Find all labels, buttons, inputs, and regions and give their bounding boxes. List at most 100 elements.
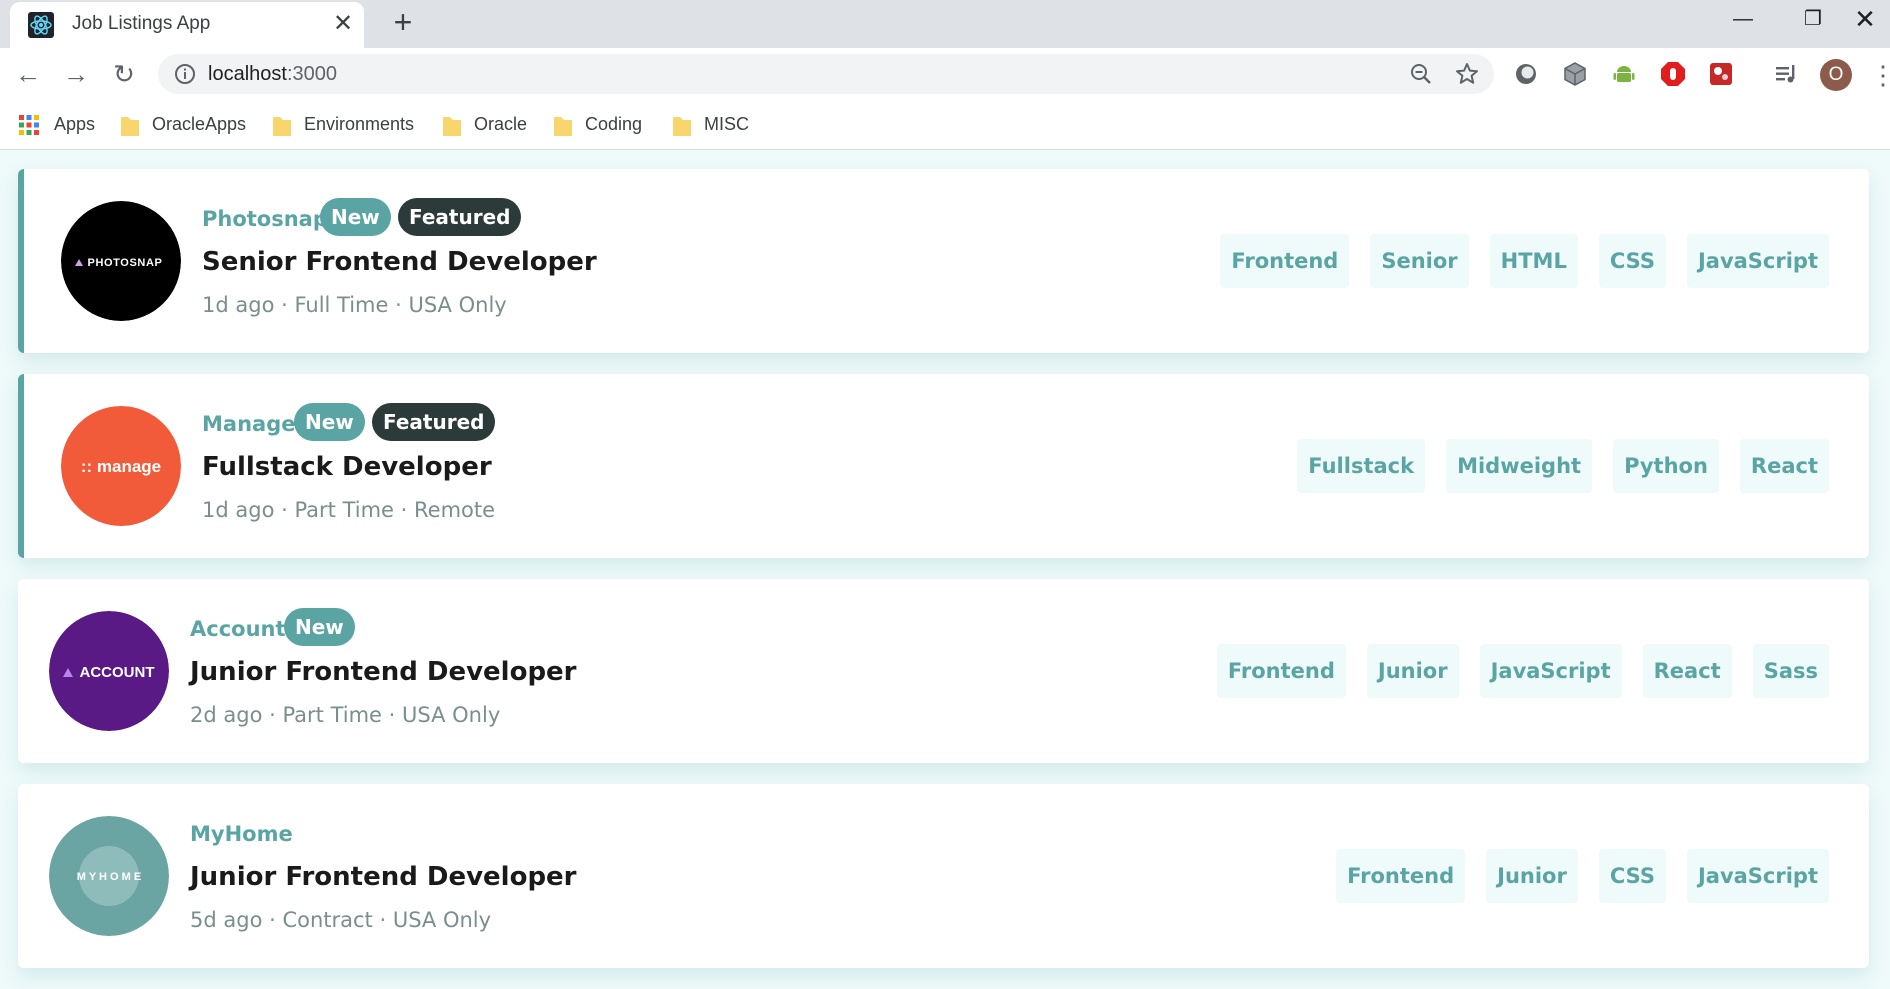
profile-avatar[interactable]: O — [1820, 59, 1852, 91]
forward-arrow-icon[interactable]: → — [58, 56, 94, 92]
bookmark-apps[interactable]: Apps — [18, 112, 95, 138]
contract-type: Contract — [282, 908, 373, 932]
extension-circle-icon[interactable] — [1512, 60, 1540, 88]
apps-grid-icon — [19, 115, 39, 136]
info-icon[interactable] — [174, 63, 196, 85]
restore-icon[interactable]: ❐ — [1784, 0, 1842, 40]
bookmark-folder-misc[interactable]: MISC — [672, 112, 749, 138]
tag-filter-button[interactable]: Junior — [1486, 849, 1578, 903]
tag-filter-button[interactable]: JavaScript — [1686, 234, 1829, 288]
location: USA Only — [392, 908, 492, 932]
reload-icon[interactable]: ↻ — [106, 56, 142, 92]
job-title[interactable]: Junior Frontend Developer — [190, 862, 577, 892]
tag-filter-button[interactable]: Frontend — [1336, 849, 1466, 903]
tag-filter-button[interactable]: CSS — [1598, 234, 1666, 288]
media-queue-icon[interactable] — [1772, 60, 1800, 88]
browser-toolbar: ← → ↻ localhost:3000 O ⋮ — [0, 48, 1890, 100]
tag-filter-button[interactable]: React — [1739, 439, 1829, 493]
tag-filter-button[interactable]: JavaScript — [1686, 849, 1829, 903]
bookmark-folder-coding[interactable]: Coding — [553, 112, 642, 138]
job-meta: 2d ago · Part Time · USA Only — [190, 703, 501, 727]
job-meta: 1d ago · Full Time · USA Only — [202, 293, 507, 317]
job-card: PHOTOSNAP Photosnap New Featured Senior … — [18, 169, 1869, 353]
tag-filter-button[interactable]: HTML — [1489, 234, 1578, 288]
tag-filter-button[interactable]: Junior — [1366, 644, 1459, 698]
featured-badge: Featured — [372, 403, 496, 441]
bookmark-label: OracleApps — [152, 114, 247, 134]
address-bar[interactable]: localhost:3000 — [158, 54, 1494, 94]
bookmark-folder-oracleapps[interactable]: OracleApps — [120, 112, 246, 138]
company-logo: PHOTOSNAP — [61, 201, 181, 321]
company-name: Manage — [202, 412, 296, 436]
bookmark-folder-environments[interactable]: Environments — [272, 112, 414, 138]
window-close-icon[interactable]: ✕ — [1840, 0, 1890, 40]
job-card: ACCOUNT Account New Junior Frontend Deve… — [18, 579, 1869, 763]
tag-filter-button[interactable]: Frontend — [1216, 644, 1346, 698]
folder-icon — [554, 117, 572, 137]
featured-badge: Featured — [398, 198, 522, 236]
job-title[interactable]: Junior Frontend Developer — [190, 657, 577, 687]
star-icon[interactable] — [1454, 61, 1480, 87]
posted-at: 1d ago — [202, 293, 275, 317]
tag-list: Frontend Junior JavaScript React Sass — [1216, 644, 1829, 698]
folder-icon — [121, 117, 139, 137]
folder-icon — [273, 117, 291, 137]
new-badge: New — [320, 198, 391, 236]
company-name: MyHome — [190, 822, 293, 846]
bookmarks-bar: Apps OracleApps Environments Oracle Codi… — [0, 100, 1890, 150]
browser-tab[interactable]: Job Listings App ✕ — [10, 2, 364, 48]
tag-filter-button[interactable]: Senior — [1370, 234, 1469, 288]
tag-filter-button[interactable]: Python — [1613, 439, 1719, 493]
job-meta: 1d ago · Part Time · Remote — [202, 498, 496, 522]
new-badge: New — [284, 608, 355, 646]
url-host: localhost — [208, 63, 287, 85]
job-title[interactable]: Senior Frontend Developer — [202, 247, 597, 277]
logo-text: ACCOUNT — [80, 664, 155, 681]
logo-text: M Y H O M E — [77, 871, 141, 883]
job-title[interactable]: Fullstack Developer — [202, 452, 492, 482]
zoom-icon[interactable] — [1408, 61, 1434, 87]
tab-strip: Job Listings App ✕ + — ❐ ✕ — [0, 0, 1890, 48]
extension-cube-icon[interactable] — [1561, 60, 1589, 88]
location: USA Only — [402, 703, 501, 727]
bookmark-label: Oracle — [474, 114, 528, 134]
folder-icon — [673, 117, 691, 137]
location: USA Only — [408, 293, 507, 317]
bookmark-label: Coding — [585, 114, 643, 134]
tag-filter-button[interactable]: Frontend — [1220, 234, 1350, 288]
bookmark-label: Apps — [54, 114, 96, 134]
tag-list: Frontend Senior HTML CSS JavaScript — [1220, 234, 1829, 288]
tag-list: Fullstack Midweight Python React — [1297, 439, 1829, 493]
posted-at: 1d ago — [202, 498, 275, 522]
back-arrow-icon[interactable]: ← — [10, 56, 46, 92]
tag-filter-button[interactable]: React — [1642, 644, 1732, 698]
minimize-icon[interactable]: — — [1714, 0, 1772, 40]
tag-filter-button[interactable]: Fullstack — [1297, 439, 1426, 493]
url-port: :3000 — [286, 63, 337, 85]
adblock-icon[interactable] — [1659, 60, 1687, 88]
kebab-menu-icon[interactable]: ⋮ — [1870, 58, 1890, 92]
close-icon[interactable]: ✕ — [330, 10, 356, 38]
bookmark-label: Environments — [304, 114, 415, 134]
android-icon[interactable] — [1610, 60, 1638, 88]
new-tab-button[interactable]: + — [386, 5, 420, 39]
tag-filter-button[interactable]: JavaScript — [1479, 644, 1622, 698]
bookmark-folder-oracle[interactable]: Oracle — [442, 112, 527, 138]
posted-at: 5d ago — [190, 908, 263, 932]
contract-type: Full Time — [294, 293, 389, 317]
tag-filter-button[interactable]: Sass — [1752, 644, 1829, 698]
job-card: M Y H O M E MyHome Junior Frontend Devel… — [18, 784, 1869, 968]
logo-text: PHOTOSNAP — [88, 257, 163, 269]
extension-puzzle-icon[interactable] — [1707, 60, 1735, 88]
bookmark-label: MISC — [704, 114, 749, 134]
logo-text: :: manage — [81, 457, 161, 476]
company-logo: :: manage — [61, 406, 181, 526]
folder-icon — [443, 117, 461, 137]
company-logo: ACCOUNT — [49, 611, 169, 731]
contract-type: Part Time — [282, 703, 382, 727]
tag-filter-button[interactable]: Midweight — [1446, 439, 1593, 493]
job-meta: 5d ago · Contract · USA Only — [190, 908, 492, 932]
url-text[interactable]: localhost:3000 — [208, 63, 337, 86]
new-badge: New — [294, 403, 365, 441]
tag-filter-button[interactable]: CSS — [1598, 849, 1666, 903]
